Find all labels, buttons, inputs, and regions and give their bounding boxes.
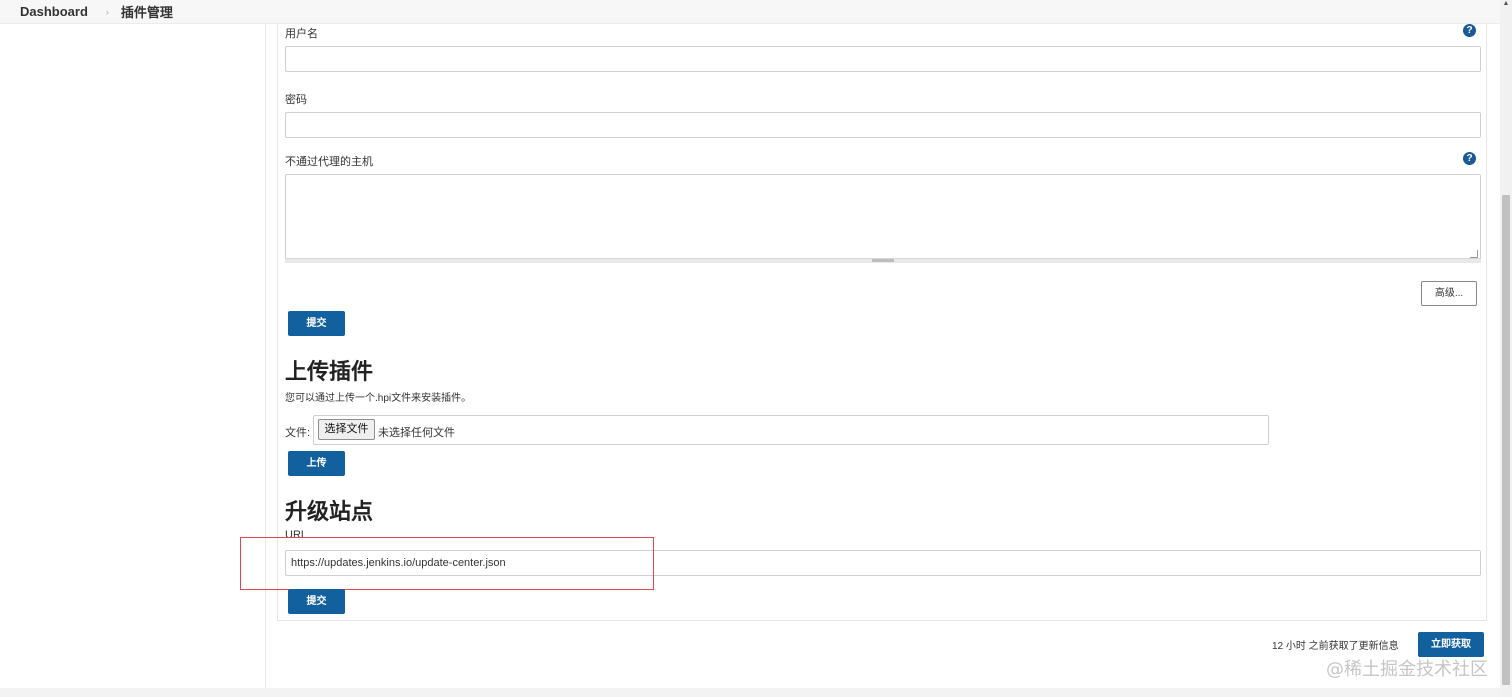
update-site-title: 升级站点 (285, 499, 374, 524)
username-label: 用户名 (285, 28, 318, 40)
username-field[interactable] (285, 46, 1481, 72)
advanced-button[interactable]: 高级... (1421, 281, 1477, 306)
question-circle-icon[interactable]: ? (1463, 24, 1476, 37)
file-label: 文件: (285, 427, 311, 439)
watermark: @稀土掘金技术社区 (1326, 659, 1488, 680)
no-proxy-hosts-label: 不通过代理的主机 (285, 156, 373, 168)
breadcrumb-dashboard-link[interactable]: Dashboard (20, 4, 88, 19)
last-update-info: 12 小时 之前获取了更新信息 (1272, 641, 1399, 652)
choose-file-button[interactable]: 选择文件 (318, 419, 375, 440)
highlight-annotation-box (240, 537, 654, 590)
chevron-right-icon: › (105, 6, 109, 17)
upload-plugin-description: 您可以通过上传一个.hpi文件来安装插件。 (285, 393, 472, 404)
sidebar-divider (265, 24, 266, 697)
bottom-strip (0, 688, 1500, 697)
breadcrumb: Dashboard › 插件管理 (0, 0, 1500, 24)
update-site-submit-button[interactable]: 提交 (288, 589, 345, 614)
resize-grip-icon[interactable] (872, 259, 894, 262)
password-field[interactable] (285, 112, 1481, 138)
scroll-up-arrow-icon[interactable]: ▲ (1502, 0, 1510, 8)
upload-plugin-title: 上传插件 (285, 359, 374, 384)
breadcrumb-current-page[interactable]: 插件管理 (121, 2, 173, 21)
textarea-resize-corner[interactable] (1470, 250, 1478, 258)
no-proxy-hosts-textarea[interactable] (285, 174, 1481, 262)
scrollbar-thumb[interactable] (1502, 195, 1510, 685)
file-input[interactable] (313, 415, 1269, 445)
password-label: 密码 (285, 94, 307, 106)
question-circle-icon[interactable]: ? (1463, 152, 1476, 165)
check-now-button[interactable]: 立即获取 (1418, 632, 1484, 657)
file-status-text: 未选择任何文件 (378, 427, 455, 439)
proxy-submit-button[interactable]: 提交 (288, 311, 345, 336)
upload-button[interactable]: 上传 (288, 451, 345, 476)
